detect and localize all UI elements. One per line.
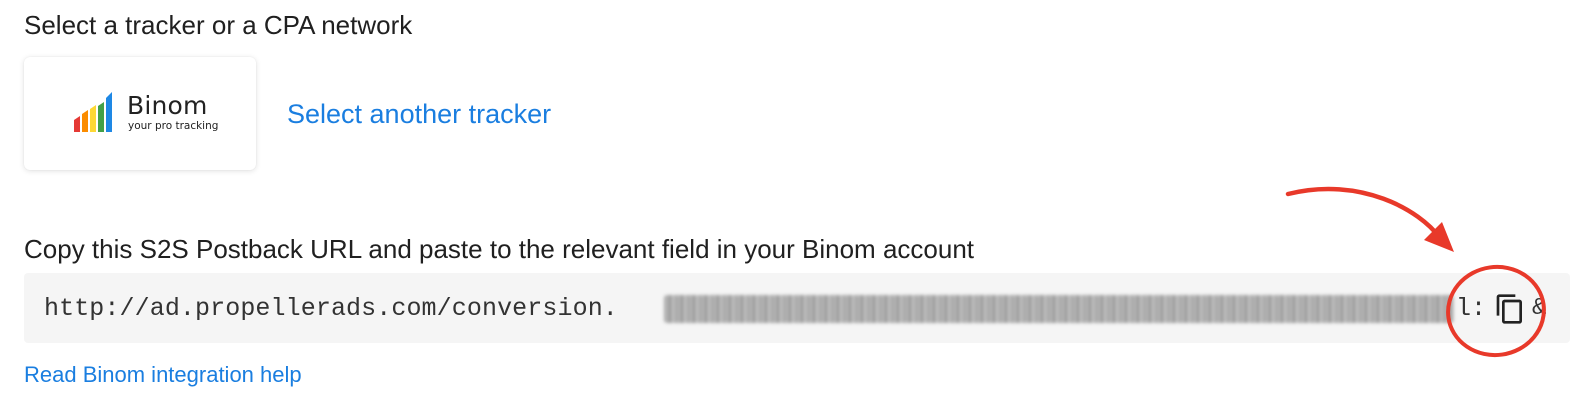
postback-url-trailing: & [1532, 295, 1547, 322]
postback-url-prefix: http://ad.propellerads.com/conversion. [44, 294, 618, 323]
binom-logo: Binom your pro tracking [72, 91, 218, 136]
postback-url-field[interactable]: http://ad.propellerads.com/conversion. l… [24, 273, 1570, 343]
annotation-arrow-icon [1285, 186, 1443, 241]
tracker-section-heading: Select a tracker or a CPA network [24, 10, 413, 40]
logo-tagline: your pro tracking [128, 120, 219, 132]
annotation-arrowhead-icon [1424, 222, 1454, 252]
tracker-settings-page: Select a tracker or a CPA network Binom … [0, 0, 1594, 412]
select-another-tracker-link[interactable]: Select another tracker [287, 98, 551, 130]
copy-icon [1496, 294, 1522, 324]
selected-tracker-card[interactable]: Binom your pro tracking [24, 57, 256, 170]
logo-name: Binom [127, 91, 208, 120]
redacted-url-segment [664, 295, 1454, 323]
binom-integration-help-link[interactable]: Read Binom integration help [24, 361, 302, 389]
postback-section-heading: Copy this S2S Postback URL and paste to … [24, 234, 975, 264]
binom-logo-bars-icon [74, 92, 112, 132]
copy-url-button[interactable] [1494, 293, 1526, 325]
postback-url-suffix: l: [1456, 294, 1487, 323]
